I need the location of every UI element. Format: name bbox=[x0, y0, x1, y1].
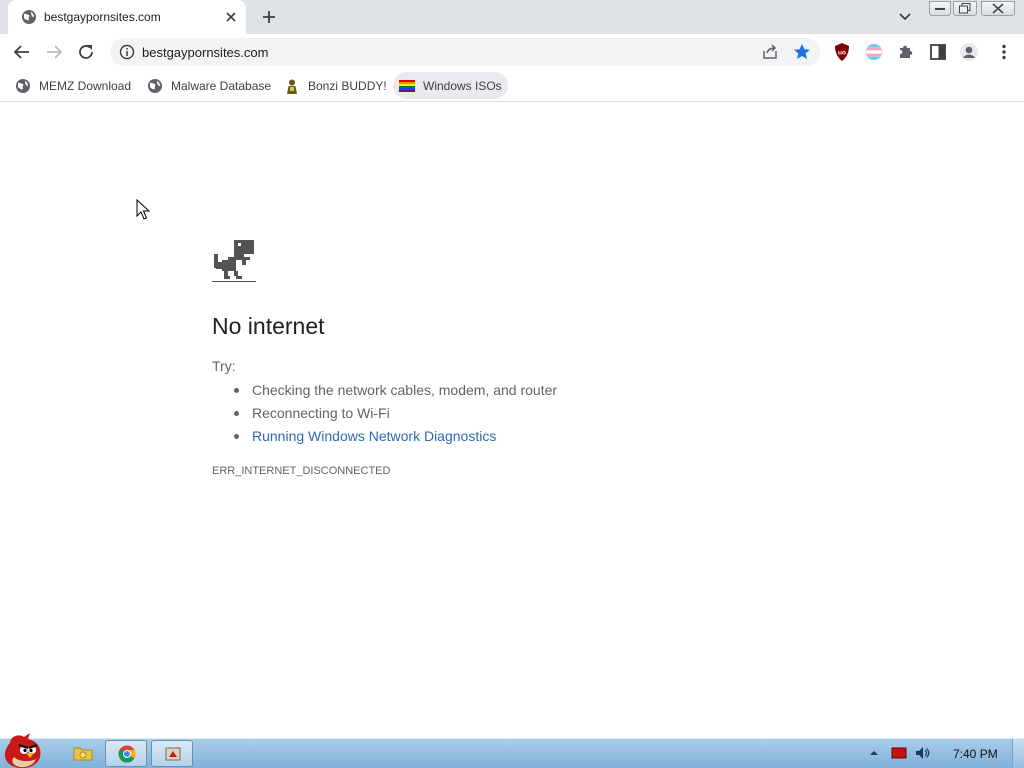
bookmarks-bar: MEMZ Download Malware Database Bonzi BUD… bbox=[0, 70, 1024, 102]
toolbar: bestgaypornsites.com uo bbox=[0, 34, 1024, 70]
error-code: ERR_INTERNET_DISCONNECTED bbox=[212, 465, 391, 477]
bird-app-icon bbox=[165, 747, 181, 761]
bookmark-label: Windows ISOs bbox=[423, 78, 502, 93]
error-title: No internet bbox=[212, 313, 325, 339]
share-icon[interactable] bbox=[761, 43, 779, 61]
close-icon bbox=[992, 3, 1004, 14]
new-tab-icon[interactable] bbox=[259, 7, 279, 27]
bookmark-label: Bonzi BUDDY! bbox=[308, 78, 387, 93]
bookmark-label: Malware Database bbox=[171, 78, 272, 93]
close-tab-icon[interactable] bbox=[223, 9, 239, 25]
taskbar-explorer[interactable] bbox=[62, 740, 104, 767]
rainbow-flag-icon bbox=[399, 79, 415, 92]
address-bar[interactable]: bestgaypornsites.com bbox=[110, 38, 820, 66]
bookmark-star-icon[interactable] bbox=[792, 42, 812, 62]
globe-icon bbox=[16, 78, 30, 93]
back-icon[interactable] bbox=[11, 41, 33, 63]
show-hidden-icons-icon[interactable] bbox=[866, 745, 882, 761]
ublock-origin-icon[interactable]: uo bbox=[832, 42, 852, 62]
extensions-puzzle-icon[interactable] bbox=[896, 42, 916, 62]
taskbar: 7:40 PM bbox=[0, 733, 1024, 768]
suggestion-item: Reconnecting to Wi-Fi bbox=[232, 403, 557, 426]
offline-dinosaur-icon bbox=[212, 240, 256, 282]
bookmark-memz-download[interactable]: MEMZ Download bbox=[9, 72, 137, 99]
globe-icon bbox=[148, 78, 162, 93]
menu-kebab-icon[interactable] bbox=[994, 42, 1014, 62]
clock[interactable]: 7:40 PM bbox=[953, 747, 998, 761]
taskbar-app[interactable] bbox=[151, 740, 193, 767]
minimize-icon bbox=[935, 8, 945, 10]
restore-button[interactable] bbox=[952, 0, 978, 17]
chevron-down-icon[interactable] bbox=[895, 8, 915, 26]
folder-icon bbox=[73, 747, 93, 761]
error-page: No internet Try: Checking the network ca… bbox=[0, 103, 1024, 738]
bookmark-windows-isos[interactable]: Windows ISOs bbox=[393, 72, 508, 99]
network-error-icon[interactable] bbox=[891, 745, 907, 761]
chrome-icon bbox=[118, 745, 136, 763]
mouse-cursor-icon bbox=[136, 199, 150, 220]
forward-icon[interactable] bbox=[43, 41, 65, 63]
tab-active[interactable]: bestgaypornsites.com bbox=[8, 0, 246, 34]
url-text[interactable]: bestgaypornsites.com bbox=[142, 45, 268, 60]
profile-avatar-icon[interactable] bbox=[959, 42, 979, 62]
bonzi-icon bbox=[287, 79, 297, 94]
network-diagnostics-link[interactable]: Running Windows Network Diagnostics bbox=[232, 426, 557, 449]
trans-flag-extension-icon[interactable] bbox=[864, 42, 884, 62]
info-icon[interactable] bbox=[119, 44, 135, 60]
try-label: Try: bbox=[212, 358, 236, 374]
tab-title: bestgaypornsites.com bbox=[44, 10, 161, 24]
restore-icon bbox=[959, 3, 971, 14]
suggestion-item: Checking the network cables, modem, and … bbox=[232, 380, 557, 403]
svg-text:uo: uo bbox=[838, 50, 846, 57]
tab-strip: bestgaypornsites.com bbox=[0, 0, 1024, 34]
show-desktop-button[interactable] bbox=[1012, 739, 1024, 768]
taskbar-chrome[interactable] bbox=[105, 740, 147, 767]
minimize-button[interactable] bbox=[928, 0, 952, 17]
suggestion-list: Checking the network cables, modem, and … bbox=[232, 380, 557, 449]
reload-icon[interactable] bbox=[75, 41, 97, 63]
bookmark-label: MEMZ Download bbox=[39, 78, 132, 93]
bookmark-bonzi-buddy[interactable]: Bonzi BUDDY! bbox=[278, 72, 393, 99]
globe-icon bbox=[22, 10, 36, 24]
volume-icon[interactable] bbox=[914, 745, 930, 761]
close-window-button[interactable] bbox=[980, 0, 1016, 17]
start-button-angry-bird-icon[interactable] bbox=[0, 731, 48, 768]
bookmark-malware-database[interactable]: Malware Database bbox=[141, 72, 277, 99]
side-panel-icon[interactable] bbox=[928, 42, 948, 62]
